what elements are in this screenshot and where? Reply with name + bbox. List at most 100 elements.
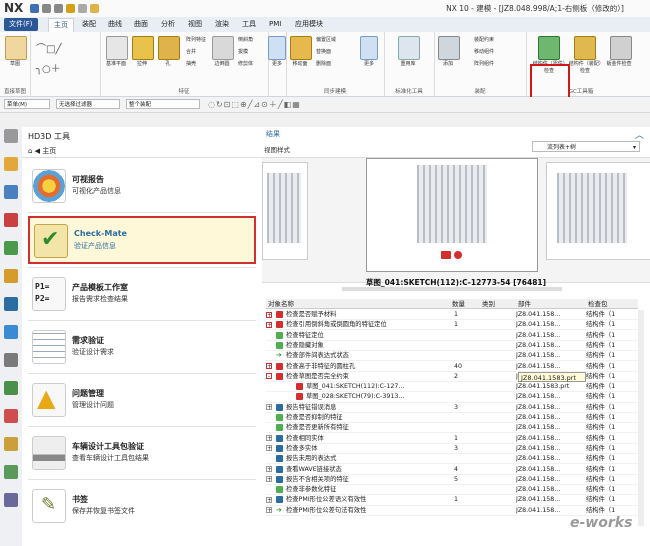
view-style-select[interactable]: 流列表+树 ▾	[532, 141, 640, 152]
replace-face-button[interactable]: 替换面	[316, 48, 331, 55]
thumbnail-prev[interactable]	[262, 162, 308, 260]
trim-body-button[interactable]: 修剪体	[238, 60, 253, 67]
tool-issue-management[interactable]: ▲ 问题管理 管理设计问题	[28, 377, 256, 425]
tab-analysis[interactable]: 分析	[156, 18, 180, 31]
datum-plane-button[interactable]: 基准平面	[103, 60, 129, 67]
copy-icon[interactable]	[78, 4, 87, 13]
menu-dropdown[interactable]: 菜单(M)	[4, 99, 50, 109]
pattern-feature-button[interactable]: 阵列特征	[186, 36, 206, 43]
datum-plane-icon[interactable]	[106, 36, 128, 60]
collapse-toggle-icon[interactable]: -	[266, 373, 272, 380]
hole-button[interactable]: 孔	[155, 60, 181, 67]
offset-region-button[interactable]: 偏置区域	[316, 36, 336, 43]
part-check-icon[interactable]	[538, 36, 560, 60]
expand-toggle-icon[interactable]: +	[266, 311, 272, 318]
tool-vehicle-design-validation[interactable]: 车辆设计工具包验证 查看车辆设计工具包结果	[28, 430, 256, 478]
reuse-library-icon[interactable]	[4, 241, 18, 255]
web-browser-icon[interactable]	[4, 297, 18, 311]
constraint-navigator-icon[interactable]	[4, 213, 18, 227]
tool-check-mate[interactable]: ✔ Check-Mate 验证产品信息	[28, 216, 256, 264]
table-row[interactable]: + 报告特征错误消息 3 JZ8.041.158... 结构件（1	[266, 403, 638, 413]
table-row[interactable]: 草图_028:SKETCH(79):C-3913... JZ8.041.158..…	[266, 392, 638, 403]
window-icon[interactable]	[90, 4, 99, 13]
more-sync-button[interactable]: 更多	[356, 60, 382, 67]
assembly-constraint-button[interactable]: 装配约束	[474, 36, 494, 43]
hole-icon[interactable]	[158, 36, 180, 60]
assembly-navigator-icon[interactable]	[4, 185, 18, 199]
draft-button[interactable]: 拔模	[238, 48, 248, 55]
col-check-package[interactable]: 检查包	[586, 299, 638, 309]
table-row[interactable]: ➔ 检查部件间表达式状态 JZ8.041.158... 结构件（1	[266, 351, 638, 362]
tool-bookmarks[interactable]: ✎ 书签 保存并恢复书签文件	[28, 483, 256, 531]
redo-icon[interactable]	[54, 4, 63, 13]
hd3d-icon[interactable]	[4, 269, 18, 283]
move-face-button[interactable]: 移动面	[287, 60, 313, 67]
unite-button[interactable]: 合并	[186, 48, 196, 55]
sketch-button[interactable]: 草图	[2, 60, 28, 67]
edge-blend-icon[interactable]	[212, 36, 234, 60]
line-icon[interactable]: ⌒□╱	[36, 40, 61, 55]
shell-button[interactable]: 抽壳	[186, 60, 196, 67]
snap-icons[interactable]: ◌↻⊡⬚⊕╱⊿⊙＋╱◧▦	[208, 99, 301, 110]
tool-product-template-studio[interactable]: P1= P2= 产品模板工作室 报告需求检查结果	[28, 271, 256, 319]
extrude-icon[interactable]	[132, 36, 154, 60]
col-quantity[interactable]: 数量	[450, 299, 480, 309]
tool-visual-reports[interactable]: 可视报告 可视化产品信息	[28, 163, 256, 211]
tab-curve[interactable]: 曲线	[103, 18, 127, 31]
role-icon[interactable]	[4, 353, 18, 367]
table-row[interactable]: + 检查是否赋予材料 1 JZ8.041.158... 结构件（1	[266, 310, 638, 321]
table-row[interactable]: + 检查高于非特征的圆柱孔 40 JZ8.041.158... 结构件（1	[266, 362, 638, 372]
expand-toggle-icon[interactable]: +	[266, 496, 272, 503]
expand-toggle-icon[interactable]: +	[266, 435, 272, 442]
chamfer-button[interactable]: 倒斜角	[238, 36, 253, 43]
thumbnail-current[interactable]	[366, 158, 538, 272]
home-link[interactable]: ⌂ ◀ 主页	[28, 146, 56, 156]
tab-home[interactable]: 主页	[48, 18, 74, 32]
expand-toggle-icon[interactable]: +	[266, 445, 272, 452]
table-row[interactable]: 检查特征定位 JZ8.041.158... 结构件（1	[266, 331, 638, 341]
selection-filter-dropdown[interactable]: 无选择过滤器	[56, 99, 120, 109]
save-icon[interactable]	[30, 4, 39, 13]
tab-file[interactable]: 文件(F)	[4, 18, 38, 31]
reuse-library-button[interactable]: 重用库	[395, 60, 421, 67]
col-category[interactable]: 类别	[480, 299, 516, 309]
sheetmetal-check-icon[interactable]	[610, 36, 632, 60]
tool-requirements-validation[interactable]: 需求验证 验证设计需求	[28, 324, 256, 372]
expand-toggle-icon[interactable]: +	[266, 404, 272, 411]
gear-icon[interactable]	[4, 129, 18, 143]
add-button[interactable]: 添加	[435, 60, 461, 67]
reuse-library-icon[interactable]	[398, 36, 420, 60]
extrude-button[interactable]: 拉伸	[129, 60, 155, 67]
expand-toggle-icon[interactable]: +	[266, 363, 272, 370]
palette-icon[interactable]	[4, 465, 18, 479]
more-icon[interactable]	[268, 36, 286, 60]
sheetmetal-check-button[interactable]: 钣金件检查	[604, 60, 634, 67]
process-studio-icon[interactable]	[4, 409, 18, 423]
table-row[interactable]: + 查看WAVE链接状态 4 JZ8.041.158... 结构件（1	[266, 465, 638, 475]
tab-render[interactable]: 渲染	[210, 18, 234, 31]
assembly-check-icon[interactable]	[574, 36, 596, 60]
table-row[interactable]: 检查非参数化特征 JZ8.041.158... 结构件（1	[266, 485, 638, 496]
sketch-icon[interactable]	[5, 36, 27, 60]
expand-toggle-icon[interactable]: +	[266, 476, 272, 483]
more-sync-icon[interactable]	[360, 36, 378, 60]
pattern-component-button[interactable]: 阵列组件	[474, 60, 494, 67]
tab-tools[interactable]: 工具	[237, 18, 261, 31]
tab-surface[interactable]: 曲面	[129, 18, 153, 31]
table-row[interactable]: + 检查引用倒斜角或倒圆角的特征定位 1 JZ8.041.158... 结构件（1	[266, 320, 638, 331]
system-materials-icon[interactable]	[4, 381, 18, 395]
expand-toggle-icon[interactable]: +	[266, 466, 272, 473]
tab-view[interactable]: 视图	[183, 18, 207, 31]
move-face-icon[interactable]	[290, 36, 312, 60]
gallery-scrollbar[interactable]	[342, 287, 562, 291]
history-icon[interactable]	[4, 325, 18, 339]
table-row[interactable]: + 检查相同实体 1 JZ8.041.158... 结构件（1	[266, 434, 638, 444]
collapse-icon[interactable]: ︿	[635, 128, 644, 141]
tab-app-modules[interactable]: 应用模块	[290, 18, 328, 31]
undo-icon[interactable]	[42, 4, 51, 13]
thumbnail-next[interactable]	[546, 162, 650, 260]
table-row[interactable]: 报告未用的表达式 JZ8.041.158... 结构件（1	[266, 454, 638, 465]
edge-blend-button[interactable]: 边倒圆	[209, 60, 235, 67]
paste-icon[interactable]	[66, 4, 75, 13]
tab-pmi[interactable]: PMI	[264, 18, 286, 31]
